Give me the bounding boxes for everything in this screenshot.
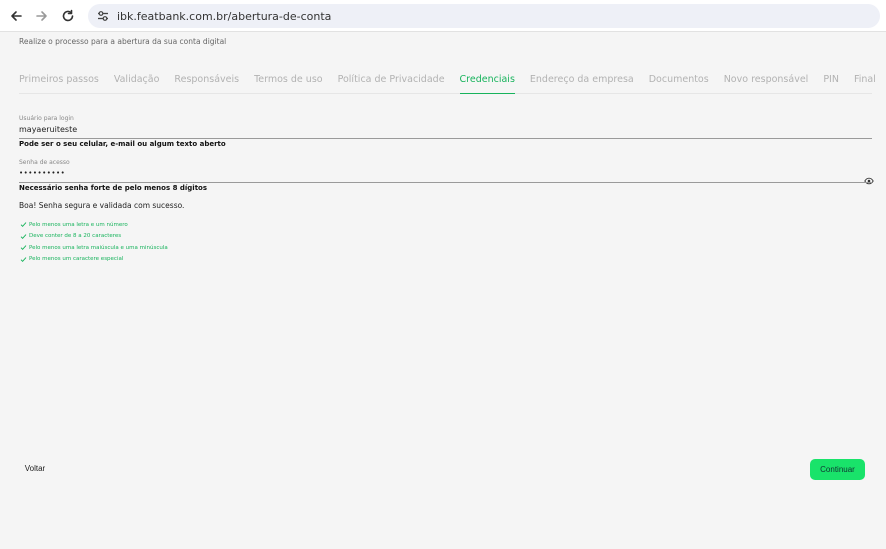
tab-documentos[interactable]: Documentos: [649, 72, 709, 94]
forward-arrow-icon[interactable]: [30, 4, 54, 28]
tab-credenciais[interactable]: Credenciais: [459, 72, 515, 94]
password-hint: Necessário senha forte de pelo menos 8 d…: [19, 184, 208, 192]
tab-termos-de-uso[interactable]: Termos de uso: [254, 72, 323, 94]
rule-item: Deve conter de 8 a 20 caracteres: [20, 231, 168, 243]
eye-icon[interactable]: [864, 171, 874, 185]
check-icon: [20, 244, 28, 252]
browser-toolbar: ibk.featbank.com.br/abertura-de-conta: [0, 0, 886, 32]
step-tabs: Primeiros passos Validação Responsáveis …: [19, 72, 876, 94]
tab-pin[interactable]: PIN: [823, 72, 839, 94]
tab-endereco-da-empresa[interactable]: Endereço da empresa: [530, 72, 634, 94]
tab-responsaveis[interactable]: Responsáveis: [174, 72, 239, 94]
tab-final[interactable]: Final: [854, 72, 876, 94]
tab-novo-responsavel[interactable]: Novo responsável: [724, 72, 809, 94]
username-input[interactable]: mayaeruiteste: [19, 125, 77, 134]
back-button[interactable]: Voltar: [16, 459, 54, 477]
rule-text: Pelo menos uma letra e um número: [29, 221, 128, 228]
password-label: Senha de acesso: [19, 159, 70, 166]
check-icon: [20, 255, 28, 263]
rule-text: Deve conter de 8 a 20 caracteres: [29, 233, 122, 240]
check-icon: [20, 232, 28, 240]
url-text[interactable]: ibk.featbank.com.br/abertura-de-conta: [117, 10, 331, 23]
rule-item: Pelo menos uma letra maiúscula e uma min…: [20, 242, 168, 254]
password-success-message: Boa! Senha segura e validada com sucesso…: [19, 201, 185, 210]
address-bar[interactable]: ibk.featbank.com.br/abertura-de-conta: [88, 4, 880, 28]
check-icon: [20, 221, 28, 229]
password-underline: [19, 182, 872, 183]
password-input[interactable]: ••••••••••: [19, 169, 65, 177]
tab-validacao[interactable]: Validação: [114, 72, 160, 94]
rule-text: Pelo menos um caractere especial: [29, 256, 124, 263]
tab-primeiros-passos[interactable]: Primeiros passos: [19, 72, 99, 94]
page-subtitle: Realize o processo para a abertura da su…: [19, 37, 227, 46]
site-settings-icon[interactable]: [92, 5, 114, 27]
rule-text: Pelo menos uma letra maiúscula e uma min…: [29, 244, 168, 251]
username-underline: [19, 138, 872, 139]
continue-button[interactable]: Continuar: [810, 459, 865, 480]
rule-item: Pelo menos uma letra e um número: [20, 219, 168, 231]
username-hint: Pode ser o seu celular, e-mail ou algum …: [19, 140, 226, 148]
back-arrow-icon[interactable]: [4, 4, 28, 28]
username-label: Usuário para login: [19, 115, 74, 122]
tab-politica-de-privacidade[interactable]: Política de Privacidade: [338, 72, 445, 94]
reload-icon[interactable]: [56, 4, 80, 28]
password-rules-list: Pelo menos uma letra e um número Deve co…: [20, 219, 168, 265]
rule-item: Pelo menos um caractere especial: [20, 254, 168, 266]
